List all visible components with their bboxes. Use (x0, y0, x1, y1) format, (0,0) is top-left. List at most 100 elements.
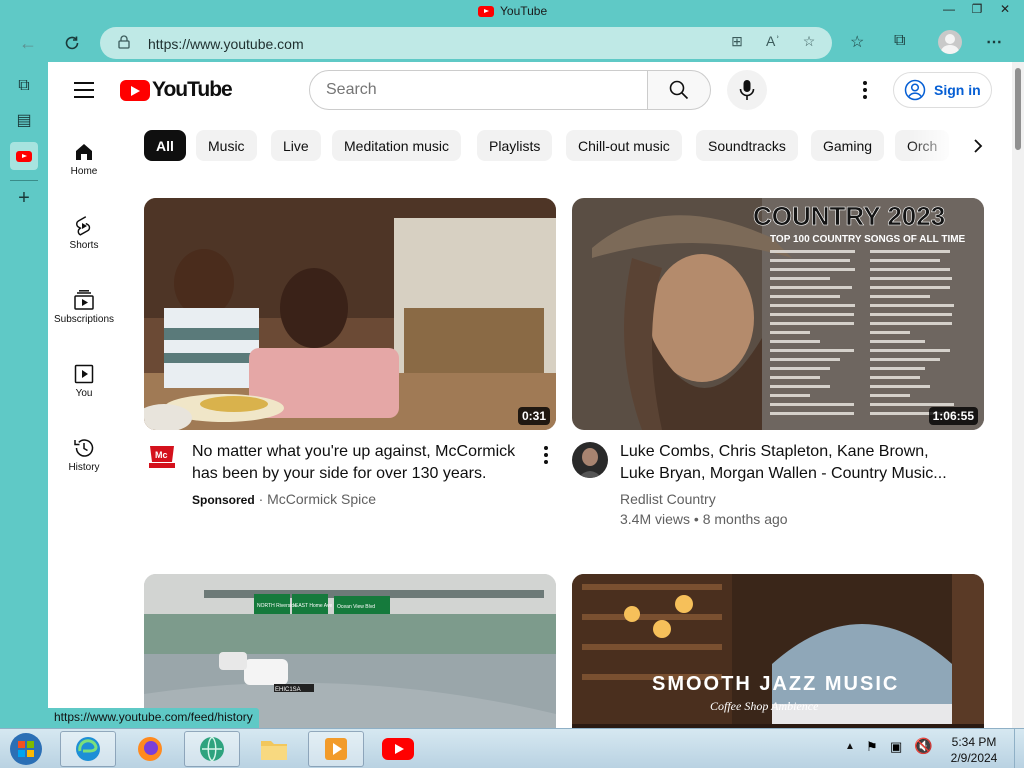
subscriptions-icon (74, 290, 94, 310)
video-duration: 1:06:55 (928, 407, 978, 425)
youtube-tab-icon (478, 5, 494, 17)
favorites-icon[interactable]: ☆ (850, 32, 864, 52)
video-title-line: has been by your side for over 130 years… (192, 465, 487, 482)
thumbnail-image: COUNTRY 2023 TOP 100 COUNTRY SONGS OF AL… (572, 198, 984, 430)
channel-avatar-image (572, 442, 608, 478)
chip-soundtracks[interactable]: Soundtracks (696, 130, 798, 161)
svg-text:Mc: Mc (155, 450, 168, 460)
sidebar-youtube-icon[interactable] (10, 142, 38, 170)
guide-item-you[interactable]: You (48, 362, 120, 399)
taskbar-edge[interactable] (60, 731, 116, 767)
search-placeholder: Search (326, 81, 377, 98)
search-button[interactable] (647, 70, 711, 110)
chip-all[interactable]: All (144, 130, 186, 161)
network-icon[interactable]: ▣ (890, 739, 902, 755)
address-bar[interactable]: https://www.youtube.com ⊞ Aʾ ☆ (100, 27, 832, 59)
guide-label-history: History (68, 462, 100, 473)
chip-playlists[interactable]: Playlists (477, 130, 553, 161)
voice-search-button[interactable] (727, 70, 767, 110)
guide-item-shorts[interactable]: Shorts (48, 214, 120, 251)
taskbar-media-player[interactable] (308, 731, 364, 767)
guide-item-home[interactable]: Home (48, 140, 120, 177)
close-button[interactable]: ✕ (992, 1, 1018, 17)
refresh-button[interactable] (58, 30, 86, 56)
channel-name[interactable]: Redlist Country (620, 489, 788, 509)
sidebar-app-icon[interactable]: ▤ (10, 106, 38, 134)
freeway-sign: Ocean View Blvd (337, 604, 375, 610)
video-thumbnail[interactable]: NORTH Riverside EAST Home Ave Ocean View… (144, 574, 556, 728)
collections-icon[interactable]: ⧉ (894, 32, 905, 50)
thumbnail-image: NORTH Riverside EAST Home Ave Ocean View… (144, 574, 556, 728)
taskbar-youtube[interactable] (370, 731, 426, 767)
youtube-logo-text: YouTube (152, 78, 233, 101)
video-thumbnail[interactable]: SMOOTH JAZZ MUSIC Coffee Shop Ambience (572, 574, 984, 728)
back-button[interactable]: ← (14, 30, 42, 56)
thumbnail-heading: COUNTRY 2023 (753, 201, 945, 231)
channel-avatar[interactable] (572, 442, 608, 478)
start-button[interactable] (2, 731, 50, 767)
video-meta: Sponsored · McCormick Spice (192, 491, 377, 507)
media-player-icon (325, 738, 347, 760)
guide-label-home: Home (70, 166, 98, 177)
video-meta: Redlist Country 3.4M views • 8 months ag… (620, 489, 788, 529)
system-clock[interactable]: 5:34 PM 2/9/2024 (944, 734, 1004, 766)
profile-avatar[interactable] (938, 30, 962, 54)
settings-more-icon[interactable]: ⋯ (986, 32, 1002, 52)
chip-chill-out-music[interactable]: Chill-out music (566, 130, 682, 161)
youtube-logo[interactable]: YouTube (120, 78, 233, 102)
status-url: https://www.youtube.com/feed/history (48, 708, 259, 728)
menu-icon[interactable] (74, 82, 94, 98)
settings-menu-icon[interactable] (858, 80, 872, 100)
chip-meditation-music[interactable]: Meditation music (332, 130, 462, 161)
show-desktop-button[interactable] (1014, 729, 1024, 768)
video-title-line: No matter what you're up against, McCorm… (192, 443, 516, 460)
taskbar-firefox[interactable] (122, 731, 178, 767)
video-thumbnail[interactable]: COUNTRY 2023 TOP 100 COUNTRY SONGS OF AL… (572, 198, 984, 430)
chip-live[interactable]: Live (271, 130, 321, 161)
restore-button[interactable]: ❐ (964, 1, 990, 17)
window-titlebar: YouTube — ❐ ✕ (0, 0, 1024, 24)
thumbnail-subheading: Coffee Shop Ambience (710, 699, 819, 713)
taskbar-explorer[interactable] (246, 731, 302, 767)
chip-music[interactable]: Music (196, 130, 257, 161)
app-available-icon[interactable]: ⊞ (726, 33, 748, 53)
video-actions-menu[interactable] (543, 446, 549, 464)
video-thumbnail[interactable]: 0:31 (144, 198, 556, 430)
window-title: YouTube (478, 4, 547, 18)
video-title[interactable]: No matter what you're up against, McCorm… (192, 441, 532, 485)
chips-next-button[interactable] (964, 132, 992, 160)
thumbnail-heading: SMOOTH JAZZ MUSIC (652, 673, 899, 695)
guide-item-history[interactable]: History (48, 436, 120, 473)
read-aloud-icon[interactable]: Aʾ (762, 33, 784, 53)
add-favorite-icon[interactable]: ☆ (798, 33, 820, 53)
action-center-flag-icon[interactable]: ⚑ (866, 739, 878, 755)
show-hidden-icons[interactable]: ▲ (845, 741, 855, 752)
guide-label-subscriptions: Subscriptions (53, 314, 115, 325)
browser-sidebar: ⧉ ▤ + (0, 62, 48, 728)
chip-fade (908, 128, 958, 164)
guide-label-shorts: Shorts (69, 240, 99, 251)
search-input[interactable]: Search (309, 70, 648, 110)
channel-avatar[interactable]: Mc (146, 442, 178, 472)
guide-item-subscriptions[interactable]: Subscriptions (48, 288, 120, 325)
guide-label-you: You (75, 388, 93, 399)
scrollbar-thumb[interactable] (1015, 68, 1021, 150)
video-duration: 0:31 (517, 407, 550, 425)
channel-name[interactable]: McCormick Spice (267, 491, 376, 507)
taskbar: ▲ ⚑ ▣ 🔇 5:34 PM 2/9/2024 (0, 728, 1024, 768)
add-sidebar-app-icon[interactable]: + (10, 184, 38, 212)
volume-muted-icon[interactable]: 🔇 (914, 737, 933, 755)
taskbar-app[interactable] (184, 731, 240, 767)
chip-gaming[interactable]: Gaming (811, 130, 885, 161)
video-title[interactable]: Luke Combs, Chris Stapleton, Kane Brown,… (620, 441, 970, 485)
refresh-icon (65, 36, 79, 50)
thumbnail-image (144, 198, 556, 430)
thumbnail-image: SMOOTH JAZZ MUSIC Coffee Shop Ambience (572, 574, 984, 728)
clock-date: 2/9/2024 (950, 751, 998, 765)
minimize-button[interactable]: — (936, 1, 962, 17)
freeway-sign: NORTH Riverside (257, 603, 297, 609)
tab-actions-icon[interactable]: ⧉ (10, 72, 38, 100)
sign-in-button[interactable]: Sign in (893, 72, 992, 108)
page-scrollbar[interactable] (1012, 62, 1024, 728)
history-icon (74, 439, 94, 457)
